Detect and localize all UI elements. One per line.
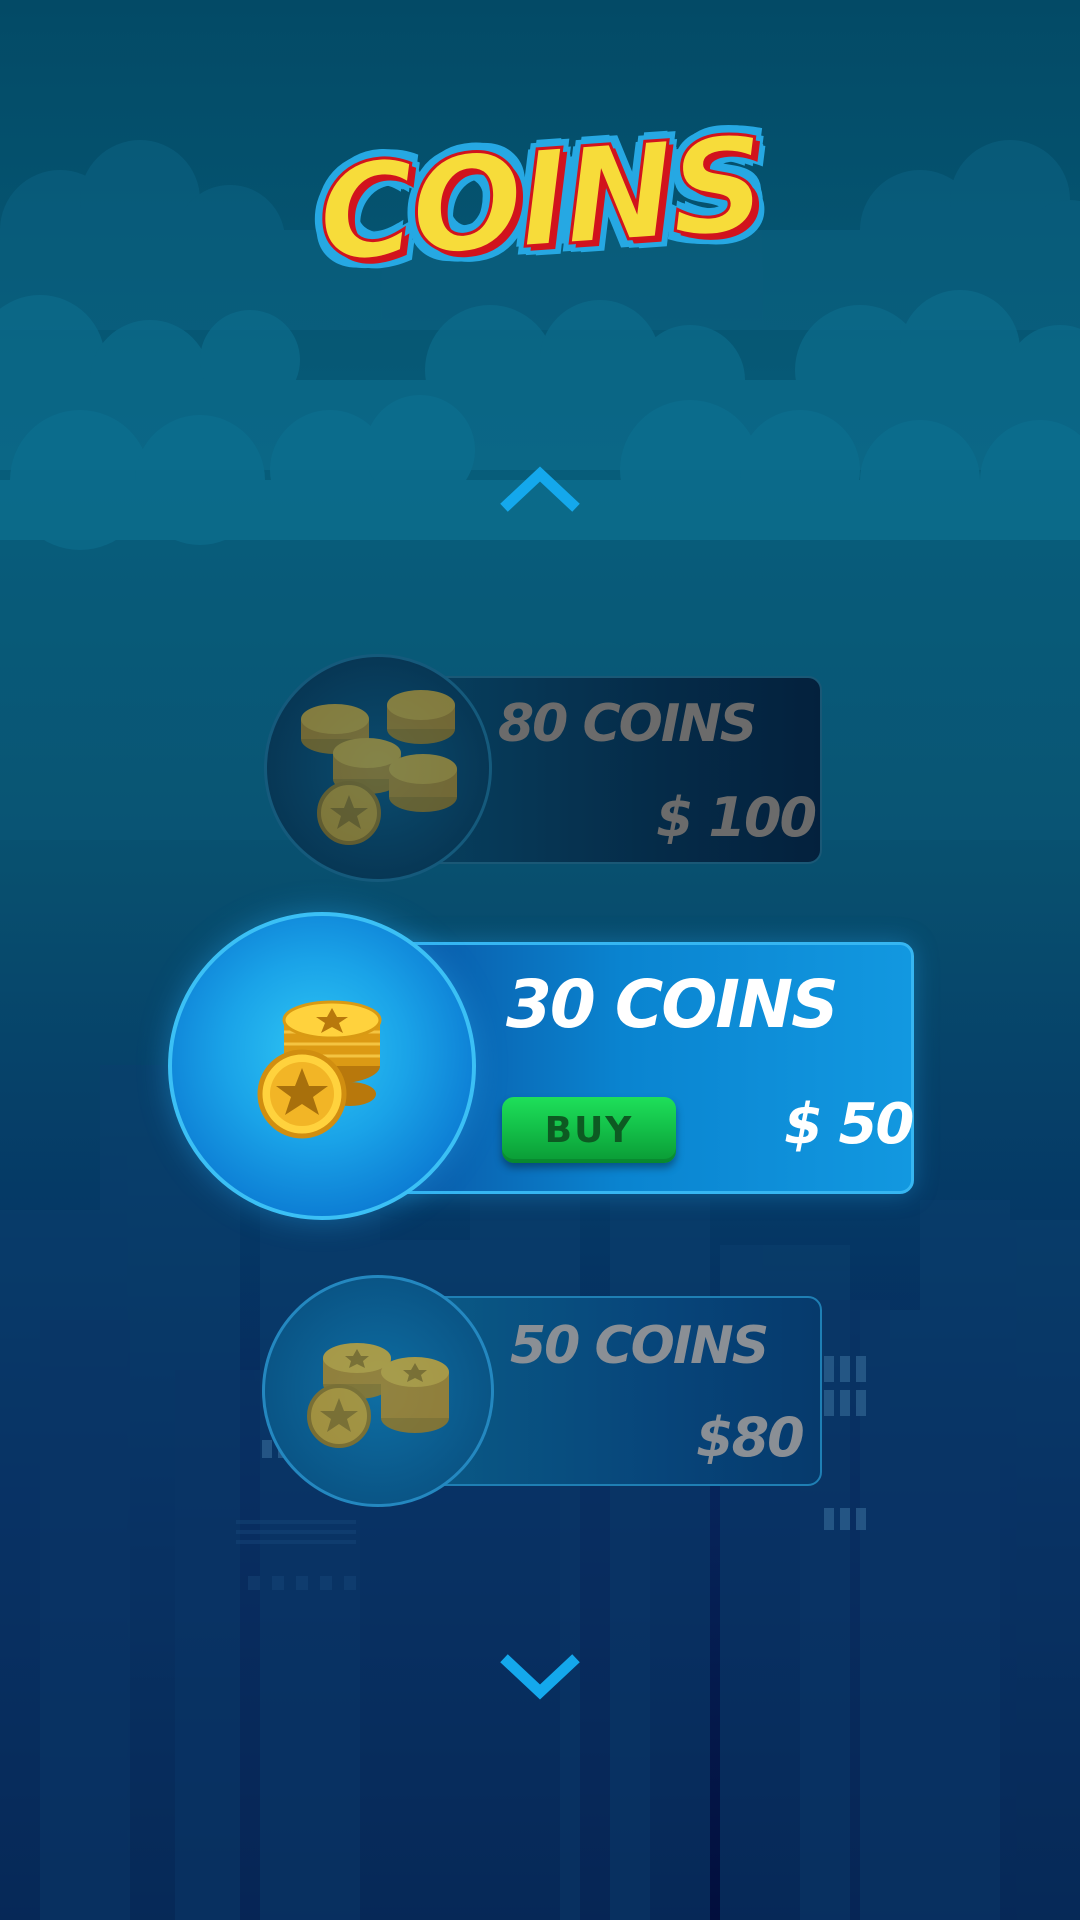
- pack-medallion: [264, 654, 492, 882]
- buy-button[interactable]: BUY: [502, 1097, 676, 1163]
- pack-amount-label: 50 COINS: [510, 1316, 769, 1376]
- pack-price-label: $ 100: [656, 786, 817, 849]
- page-title: COINS: [312, 106, 768, 294]
- pack-price-label: $ 50: [784, 1092, 914, 1157]
- scroll-up-button[interactable]: [500, 458, 580, 514]
- scroll-down-button[interactable]: [500, 1652, 580, 1708]
- chevron-up-icon: [500, 466, 580, 512]
- pack-medallion: [168, 912, 476, 1220]
- pack-amount-label: 80 COINS: [498, 694, 757, 754]
- coin-pile-icon: [301, 690, 457, 845]
- coins-title-logo: COINS: [312, 96, 768, 305]
- pack-medallion: [262, 1275, 494, 1507]
- pack-price-label: $80: [696, 1406, 805, 1469]
- chevron-down-icon: [500, 1654, 580, 1700]
- coin-shop-screen: COINS 80 COINS $ 100 30 COINS BUY $ 50 5…: [0, 0, 1080, 1920]
- coin-stack-icon: [257, 1000, 382, 1139]
- pack-amount-label: 30 COINS: [506, 966, 839, 1043]
- coin-stacks-icon: [307, 1343, 449, 1448]
- buy-button-label: BUY: [544, 1109, 634, 1151]
